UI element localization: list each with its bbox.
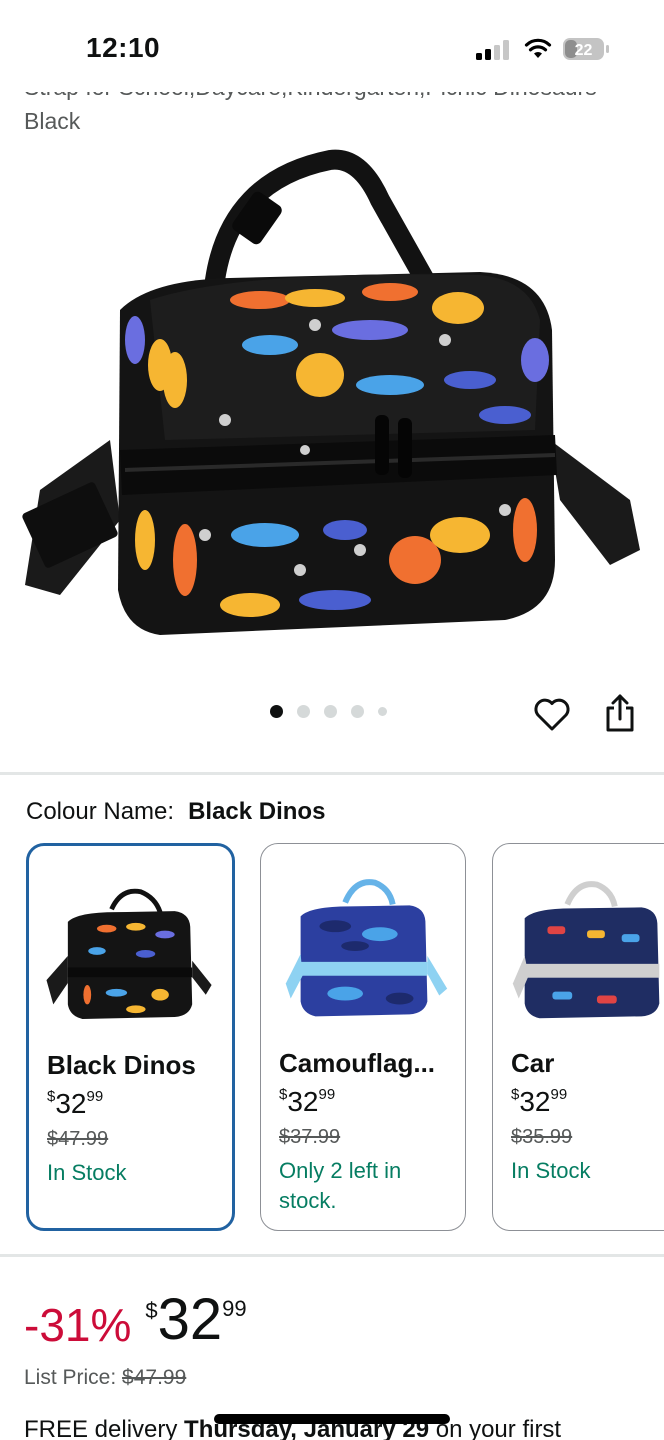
battery-icon: 22	[563, 38, 609, 60]
carousel-dot[interactable]	[351, 705, 364, 718]
swatch-thumbnail	[512, 881, 660, 1019]
status-bar: 12:10 22	[0, 0, 664, 92]
colour-name-row: Colour Name: Black Dinos	[26, 798, 325, 826]
swatch-name: Camouflag...	[279, 1048, 436, 1078]
swatch-price: $3299	[47, 1088, 104, 1119]
status-time: 12:10	[86, 32, 161, 63]
delivery-suffix: on your first	[435, 1416, 562, 1440]
deal-price-row: -31% $ 32 99	[24, 1290, 247, 1352]
image-carousel-dots[interactable]	[270, 705, 387, 718]
swatch-price: $3299	[511, 1086, 568, 1117]
carousel-dot[interactable]	[270, 705, 283, 718]
carousel-dot[interactable]	[324, 705, 337, 718]
cellular-signal-icon	[476, 40, 509, 60]
swatch-was-price: $47.99	[47, 1128, 109, 1150]
swatch-was-price: $35.99	[511, 1126, 573, 1148]
share-icon[interactable]	[600, 692, 640, 736]
list-price-label: List Price:	[24, 1366, 117, 1389]
battery-level: 22	[575, 42, 593, 59]
colour-swatch-black-dinos[interactable]: Black Dinos $3299 $47.99 In Stock	[26, 843, 235, 1231]
section-divider	[0, 1254, 664, 1257]
swatch-stock: In Stock	[47, 1160, 127, 1185]
wifi-icon	[524, 38, 552, 58]
swatch-name: Car	[511, 1048, 555, 1078]
swatch-stock: Only 2 left in stock.	[279, 1158, 402, 1213]
colour-swatch-car[interactable]: Car $3299 $35.99 In Stock	[492, 843, 664, 1231]
price-fraction: 99	[222, 1296, 247, 1321]
carousel-dot[interactable]	[378, 707, 387, 716]
section-divider	[0, 772, 664, 775]
swatch-thumbnail	[46, 888, 212, 1019]
list-price: List Price: $47.99	[24, 1366, 186, 1390]
price-currency: $	[145, 1298, 158, 1323]
swatch-was-price: $37.99	[279, 1126, 341, 1148]
swatch-price: $3299	[279, 1086, 336, 1117]
colour-swatch-camouflage[interactable]: Camouflag... $3299 $37.99 Only 2 left in…	[260, 843, 466, 1231]
colour-name-value: Black Dinos	[188, 798, 326, 825]
product-image[interactable]	[0, 140, 664, 670]
swatch-stock: In Stock	[511, 1158, 591, 1183]
product-title-line2: Black	[24, 108, 81, 134]
swatch-thumbnail	[285, 879, 448, 1017]
delivery-prefix: FREE delivery	[24, 1416, 178, 1440]
discount-percent: -31%	[24, 1299, 132, 1351]
swatch-name: Black Dinos	[47, 1050, 196, 1080]
colour-name-label: Colour Name:	[26, 798, 175, 825]
price-whole: 32	[157, 1287, 223, 1352]
heart-icon[interactable]	[532, 694, 572, 734]
carousel-dot[interactable]	[297, 705, 310, 718]
list-price-value: $47.99	[122, 1366, 187, 1389]
redaction-bar	[214, 1414, 450, 1424]
